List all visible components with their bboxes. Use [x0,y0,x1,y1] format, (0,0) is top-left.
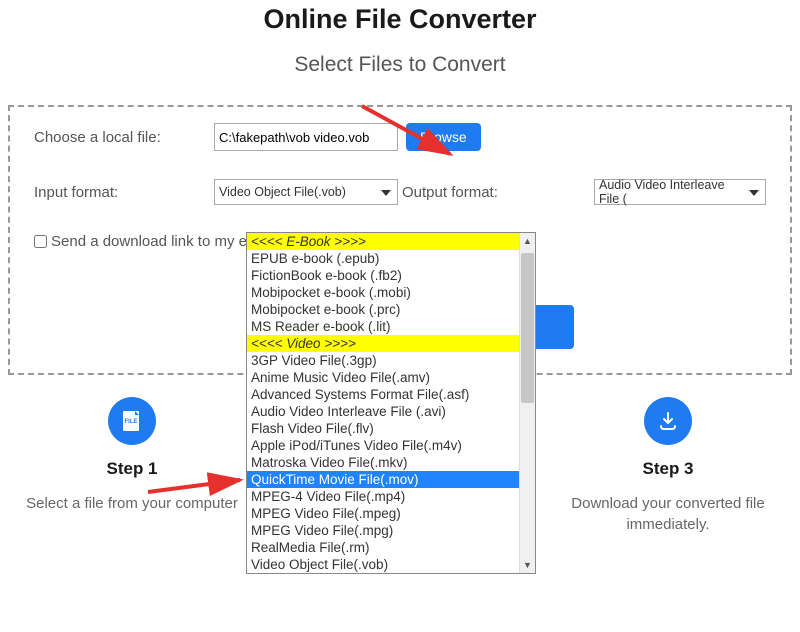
step-3-desc: Download your converted file immediately… [544,493,792,535]
page-title: Online File Converter [0,0,800,35]
dropdown-option[interactable]: RealMedia File(.rm) [247,539,535,556]
step-3-title: Step 3 [544,459,792,479]
input-format-dropdown: <<<< E-Book >>>>EPUB e-book (.epub)Ficti… [246,232,536,574]
input-format-select[interactable]: Video Object File(.vob) [214,179,398,205]
dropdown-option[interactable]: Anime Music Video File(.amv) [247,369,535,386]
dropdown-option[interactable]: Matroska Video File(.mkv) [247,454,535,471]
dropdown-option[interactable]: Flash Video File(.flv) [247,420,535,437]
scroll-down-icon[interactable]: ▼ [520,557,535,573]
step-3: Step 3 Download your converted file imme… [544,397,792,535]
email-checkbox[interactable] [34,235,47,248]
output-format-select[interactable]: Audio Video Interleave File ( [594,179,766,205]
dropdown-option[interactable]: MPEG-4 Video File(.mp4) [247,488,535,505]
scroll-up-icon[interactable]: ▲ [520,233,535,249]
svg-text:FILE: FILE [125,419,138,425]
file-label: Choose a local file: [34,129,214,146]
dropdown-option[interactable]: EPUB e-book (.epub) [247,250,535,267]
dropdown-option[interactable]: 3GP Video File(.3gp) [247,352,535,369]
dropdown-group-header: <<<< Video >>>> [247,335,535,352]
dropdown-option[interactable]: FictionBook e-book (.fb2) [247,267,535,284]
output-format-label: Output format: [402,184,498,201]
annotation-arrow-mov [142,450,262,505]
download-icon [644,397,692,445]
dropdown-option[interactable]: Advanced Systems Format File(.asf) [247,386,535,403]
file-icon: FILE [108,397,156,445]
dropdown-option[interactable]: MPEG Video File(.mpg) [247,522,535,539]
scroll-thumb[interactable] [521,253,534,403]
dropdown-option[interactable]: Video Object File(.vob) [247,556,535,573]
dropdown-scrollbar[interactable]: ▲ ▼ [519,233,535,573]
annotation-arrow-browse [352,96,472,171]
dropdown-option[interactable]: Mobipocket e-book (.prc) [247,301,535,318]
dropdown-option[interactable]: MPEG Video File(.mpeg) [247,505,535,522]
dropdown-option[interactable]: MS Reader e-book (.lit) [247,318,535,335]
input-format-label: Input format: [34,184,214,201]
dropdown-group-header: <<<< E-Book >>>> [247,233,535,250]
dropdown-option[interactable]: QuickTime Movie File(.mov) [247,471,535,488]
dropdown-option[interactable]: Audio Video Interleave File (.avi) [247,403,535,420]
dropdown-option[interactable]: Mobipocket e-book (.mobi) [247,284,535,301]
page-subtitle: Select Files to Convert [0,53,800,77]
dropdown-option[interactable]: Apple iPod/iTunes Video File(.m4v) [247,437,535,454]
